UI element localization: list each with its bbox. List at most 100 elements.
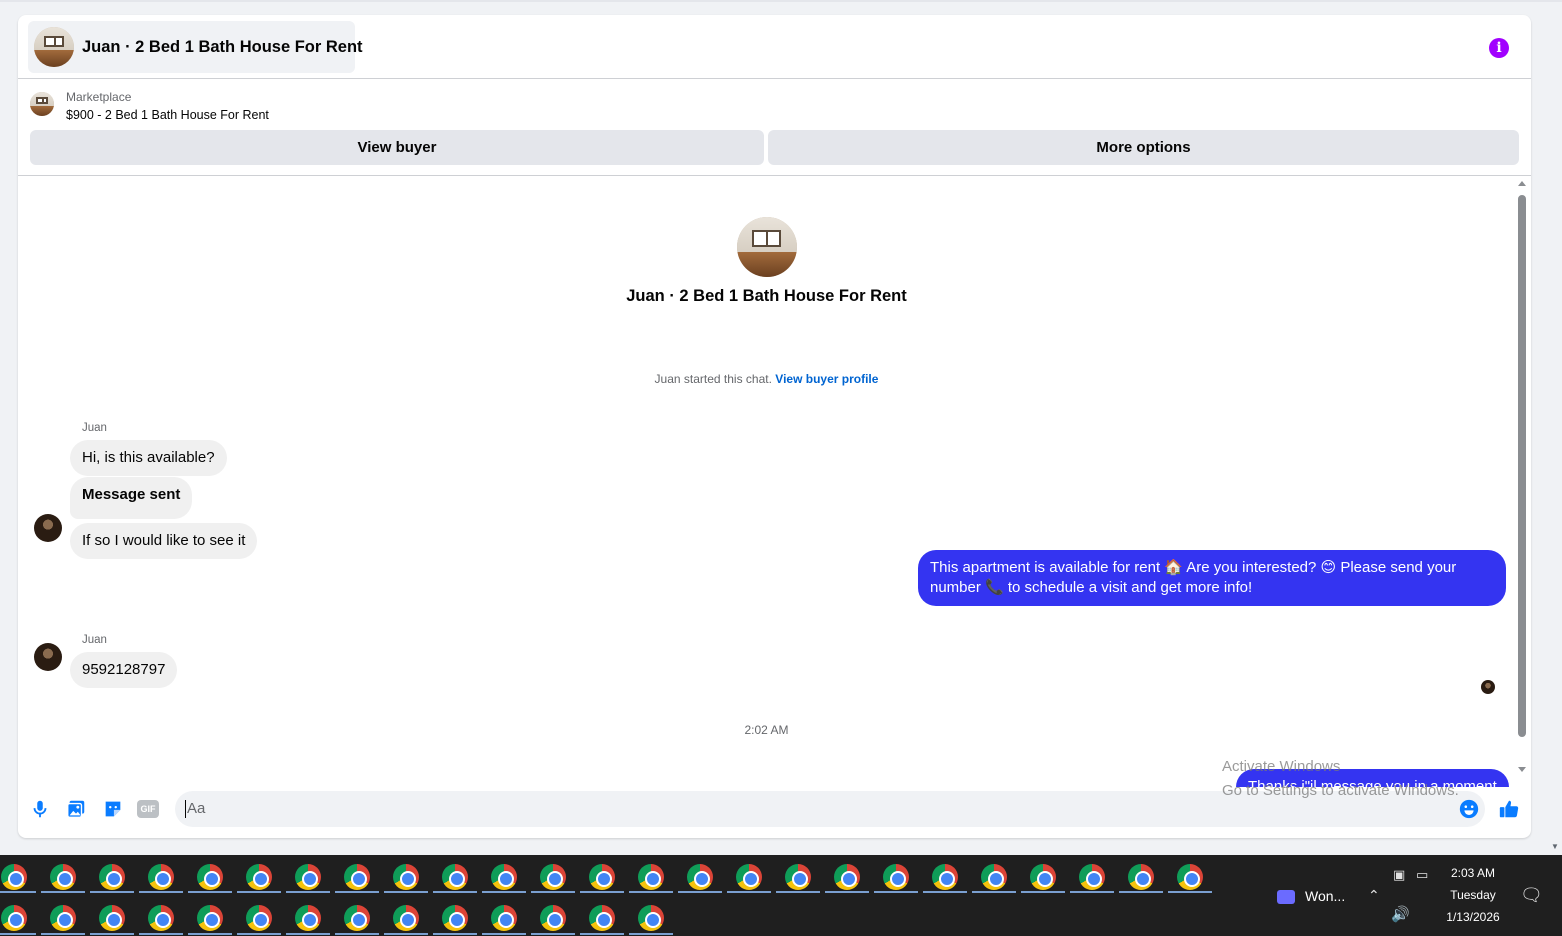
chrome-taskbar-icon[interactable] — [589, 905, 615, 931]
chrome-taskbar-icon[interactable] — [344, 864, 370, 890]
taskbar-running-indicator — [335, 933, 379, 935]
chevron-up-icon[interactable]: ⌃ — [1368, 887, 1380, 904]
windows-taskbar: Won... ⌃ ▣ ▭ 🔊 2:03 AM Tuesday 1/13/2026… — [0, 855, 1562, 936]
outgoing-message[interactable]: This apartment is available for rent 🏠 A… — [918, 550, 1506, 606]
page-scroll-down-icon[interactable]: ▼ — [1551, 842, 1559, 851]
chrome-taskbar-icon[interactable] — [442, 905, 468, 931]
chrome-taskbar-icon[interactable] — [736, 864, 762, 890]
chrome-taskbar-icon[interactable] — [932, 864, 958, 890]
juan-avatar[interactable] — [34, 514, 62, 542]
taskbar-running-indicator — [531, 933, 575, 935]
chrome-taskbar-icon[interactable] — [491, 905, 517, 931]
chrome-taskbar-icon[interactable] — [295, 905, 321, 931]
chrome-taskbar-icon[interactable] — [834, 864, 860, 890]
chrome-taskbar-icon[interactable] — [50, 864, 76, 890]
taskbar-running-indicator — [335, 891, 379, 893]
chrome-taskbar-icon[interactable] — [148, 864, 174, 890]
taskbar-running-indicator — [237, 933, 281, 935]
listing-title[interactable]: $900 - 2 Bed 1 Bath House For Rent — [66, 108, 269, 122]
chrome-taskbar-icon[interactable] — [540, 905, 566, 931]
chrome-taskbar-icon[interactable] — [1, 864, 27, 890]
chrome-taskbar-icon[interactable] — [1128, 864, 1154, 890]
listing-thumbnail[interactable] — [30, 92, 54, 116]
taskbar-running-indicator — [531, 891, 575, 893]
seen-indicator-avatar — [1481, 680, 1495, 694]
taskbar-running-indicator — [286, 891, 330, 893]
chrome-taskbar-icon[interactable] — [981, 864, 1007, 890]
taskbar-running-indicator — [580, 933, 624, 935]
taskbar-running-indicator — [90, 891, 134, 893]
juan-avatar[interactable] — [34, 643, 62, 671]
network-icon[interactable]: ▭ — [1416, 867, 1428, 883]
chrome-taskbar-icon[interactable] — [99, 905, 125, 931]
taskbar-running-indicator — [433, 933, 477, 935]
chrome-taskbar-icon[interactable] — [393, 864, 419, 890]
thumbs-up-icon[interactable] — [1498, 798, 1520, 820]
incoming-message[interactable]: If so I would like to see it — [70, 523, 258, 559]
intro-avatar — [736, 217, 797, 277]
chrome-taskbar-icon[interactable] — [687, 864, 713, 890]
chrome-taskbar-icon[interactable] — [99, 864, 125, 890]
emoji-icon[interactable] — [1458, 798, 1480, 820]
conversation-title-button[interactable]: Juan · 2 Bed 1 Bath House For Rent — [28, 21, 363, 73]
info-icon[interactable]: i — [1489, 38, 1509, 58]
view-buyer-profile-link[interactable]: View buyer profile — [775, 372, 878, 386]
chrome-taskbar-icon[interactable] — [197, 905, 223, 931]
chrome-taskbar-icon[interactable] — [883, 864, 909, 890]
outgoing-message[interactable]: Thanks i"il message you in a moment — [1236, 769, 1509, 787]
chrome-taskbar-icon[interactable] — [246, 864, 272, 890]
chrome-taskbar-icon[interactable] — [1, 905, 27, 931]
app-window-icon — [1277, 890, 1295, 904]
started-text: Juan started this chat. — [654, 372, 772, 386]
chrome-taskbar-icon[interactable] — [393, 905, 419, 931]
taskbar-app-label[interactable]: Won... — [1305, 888, 1345, 904]
chrome-taskbar-icon[interactable] — [246, 905, 272, 931]
taskbar-running-indicator — [139, 933, 183, 935]
taskbar-running-indicator — [923, 891, 967, 893]
photo-icon[interactable] — [65, 798, 87, 820]
taskbar-running-indicator — [41, 891, 85, 893]
thread-scrollbar[interactable] — [1515, 177, 1529, 787]
scroll-down-arrow-icon[interactable] — [1518, 767, 1526, 772]
clock-day[interactable]: Tuesday — [1440, 888, 1506, 902]
more-options-button[interactable]: More options — [768, 130, 1519, 165]
chrome-taskbar-icon[interactable] — [491, 864, 517, 890]
chrome-taskbar-icon[interactable] — [540, 864, 566, 890]
clock-date[interactable]: 1/13/2026 — [1440, 910, 1506, 924]
sticker-icon[interactable] — [102, 798, 124, 820]
chrome-taskbar-icon[interactable] — [1177, 864, 1203, 890]
incoming-message[interactable]: 9592128797 — [70, 652, 178, 688]
taskbar-running-indicator — [384, 891, 428, 893]
chrome-taskbar-icon[interactable] — [344, 905, 370, 931]
message-thread[interactable]: Juan · 2 Bed 1 Bath House For Rent Juan … — [18, 177, 1531, 787]
page-scrollbar[interactable]: ▼ — [1548, 0, 1562, 855]
view-buyer-button[interactable]: View buyer — [30, 130, 764, 165]
chrome-taskbar-icon[interactable] — [1079, 864, 1105, 890]
taskbar-running-indicator — [0, 933, 36, 935]
chrome-taskbar-icon[interactable] — [148, 905, 174, 931]
chrome-taskbar-icon[interactable] — [197, 864, 223, 890]
scroll-up-arrow-icon[interactable] — [1518, 181, 1526, 186]
incoming-message[interactable]: Hi, is this available? — [70, 440, 227, 476]
speaker-icon[interactable]: 🔊 — [1391, 905, 1410, 923]
incoming-message[interactable]: Message sent — [70, 477, 193, 519]
chrome-taskbar-icon[interactable] — [295, 864, 321, 890]
notification-icon[interactable]: 🗨 — [1520, 885, 1543, 906]
taskbar-running-indicator — [972, 891, 1016, 893]
chrome-taskbar-icon[interactable] — [638, 864, 664, 890]
microphone-icon[interactable] — [29, 798, 51, 820]
camera-icon[interactable]: ▣ — [1393, 867, 1405, 883]
gif-icon[interactable]: GIF — [137, 800, 159, 818]
taskbar-running-indicator — [580, 891, 624, 893]
chrome-taskbar-icon[interactable] — [638, 905, 664, 931]
clock-time[interactable]: 2:03 AM — [1440, 866, 1506, 880]
chrome-taskbar-icon[interactable] — [785, 864, 811, 890]
scrollbar-thumb[interactable] — [1518, 195, 1526, 737]
message-input[interactable]: Aa — [175, 791, 1485, 827]
chrome-taskbar-icon[interactable] — [442, 864, 468, 890]
taskbar-running-indicator — [286, 933, 330, 935]
message-timestamp: 2:02 AM — [744, 723, 789, 737]
chrome-taskbar-icon[interactable] — [1030, 864, 1056, 890]
chrome-taskbar-icon[interactable] — [50, 905, 76, 931]
chrome-taskbar-icon[interactable] — [589, 864, 615, 890]
